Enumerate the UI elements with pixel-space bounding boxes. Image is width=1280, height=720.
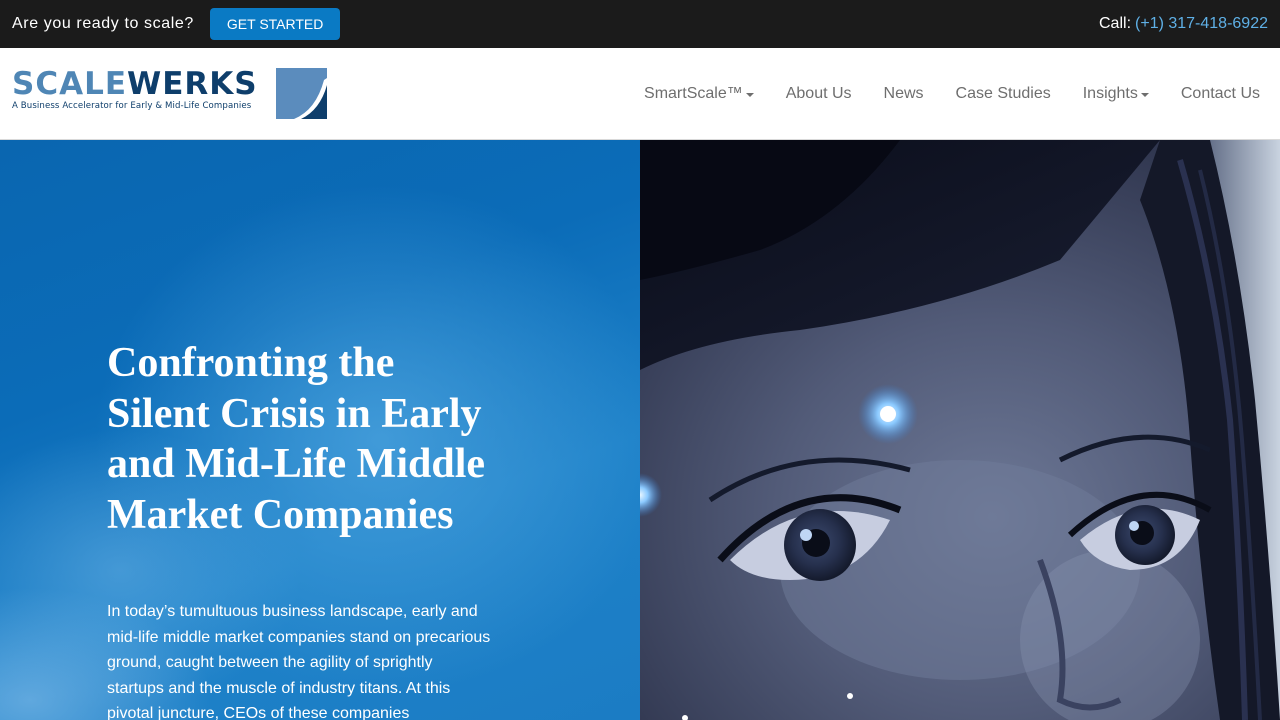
woman-face-photo-icon xyxy=(640,140,1280,720)
top-bar-left: Are you ready to scale? GET STARTED xyxy=(12,8,341,40)
top-bar: Are you ready to scale? GET STARTED Call… xyxy=(0,0,1280,48)
logo-tagline: A Business Accelerator for Early & Mid-L… xyxy=(12,101,252,111)
caret-down-icon xyxy=(745,93,754,97)
nav-item-smartscale[interactable]: SmartScale™ xyxy=(628,85,770,103)
hero-image xyxy=(640,140,1280,720)
logo-wordmark-scale: SCALE xyxy=(12,66,127,102)
nav-item-label: News xyxy=(883,85,924,102)
logo-mark-icon xyxy=(275,68,327,119)
nav-item-news[interactable]: News xyxy=(868,85,940,103)
nav-menu: SmartScale™ About Us News Case Studies I… xyxy=(628,48,1276,140)
top-bar-tagline: Are you ready to scale? xyxy=(12,15,194,32)
nav-item-case-studies[interactable]: Case Studies xyxy=(940,85,1067,103)
nav-item-label: About Us xyxy=(785,85,852,102)
get-started-button[interactable]: GET STARTED xyxy=(209,8,341,40)
logo-wordmark-werks: WERKS xyxy=(127,66,258,102)
hero-text-panel: Confronting the Silent Crisis in Early a… xyxy=(0,140,640,720)
nav-item-insights[interactable]: Insights xyxy=(1067,85,1165,103)
logo-text: SCALEWERKS A Business Accelerator for Ea… xyxy=(12,67,258,111)
nav-item-label: Contact Us xyxy=(1180,85,1260,102)
hero-title: Confronting the Silent Crisis in Early a… xyxy=(107,340,486,538)
call-label: Call: xyxy=(1099,15,1132,32)
main-navbar: SCALEWERKS A Business Accelerator for Ea… xyxy=(0,48,1280,140)
call-info: Call: (+1) 317-418-6922 xyxy=(1099,15,1268,33)
phone-link[interactable]: (+1) 317-418-6922 xyxy=(1135,15,1268,32)
nav-item-label: Case Studies xyxy=(955,85,1051,102)
nav-item-contact-us[interactable]: Contact Us xyxy=(1165,85,1276,103)
hero-body-text: In today’s tumultuous business landscape… xyxy=(107,603,491,720)
nav-item-about-us[interactable]: About Us xyxy=(770,85,868,103)
caret-down-icon xyxy=(1140,93,1149,97)
logo-wordmark: SCALEWERKS xyxy=(12,67,258,101)
nav-item-label: Insights xyxy=(1082,85,1138,102)
site-logo[interactable]: SCALEWERKS A Business Accelerator for Ea… xyxy=(12,67,327,119)
nav-item-label: SmartScale™ xyxy=(644,85,743,102)
